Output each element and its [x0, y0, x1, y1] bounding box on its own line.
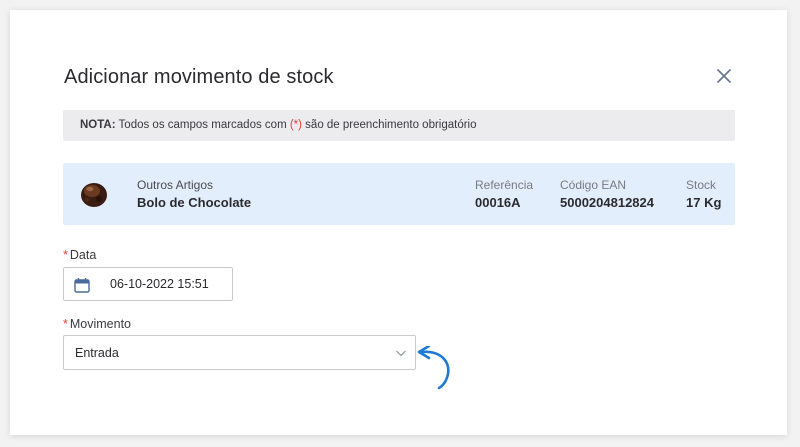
stock-label: Stock: [686, 178, 717, 192]
stock-movement-dialog: Adicionar movimento de stock NOTA: Todos…: [10, 10, 787, 435]
product-summary-card: Outros Artigos Bolo de Chocolate Referên…: [63, 163, 735, 225]
stock-value: 17 Kg: [686, 195, 722, 210]
movement-select[interactable]: Entrada: [63, 335, 416, 370]
close-icon[interactable]: [716, 68, 732, 84]
product-name: Bolo de Chocolate: [137, 195, 252, 210]
note-label: NOTA:: [80, 119, 116, 131]
note-text-after: são de preenchimento obrigatório: [301, 119, 477, 131]
movement-label-text: Movimento: [69, 317, 132, 331]
calendar-icon[interactable]: [74, 277, 90, 293]
movement-required-marker: *: [63, 317, 68, 331]
product-category: Outros Artigos: [137, 178, 214, 192]
date-label: * Data: [63, 248, 96, 262]
date-required-marker: *: [63, 248, 68, 262]
chevron-down-icon[interactable]: [395, 347, 407, 359]
dialog-title: Adicionar movimento de stock: [64, 66, 334, 88]
reference-value: 00016A: [475, 195, 521, 210]
date-label-text: Data: [69, 248, 97, 262]
required-fields-note: NOTA: Todos os campos marcados com (*) s…: [63, 110, 735, 141]
movement-value: Entrada: [75, 346, 119, 360]
required-marker: (*): [289, 119, 302, 131]
ean-label: Código EAN: [560, 178, 627, 192]
ean-value: 5000204812824: [560, 195, 654, 210]
date-field[interactable]: 06-10-2022 15:51: [63, 267, 233, 301]
movement-label: * Movimento: [63, 317, 131, 331]
note-text-before: Todos os campos marcados com: [115, 119, 290, 131]
reference-label: Referência: [475, 178, 534, 192]
pointer-arrow-icon: [417, 346, 450, 390]
date-value: 06-10-2022 15:51: [110, 277, 209, 291]
chocolate-cake-icon: [81, 183, 107, 207]
